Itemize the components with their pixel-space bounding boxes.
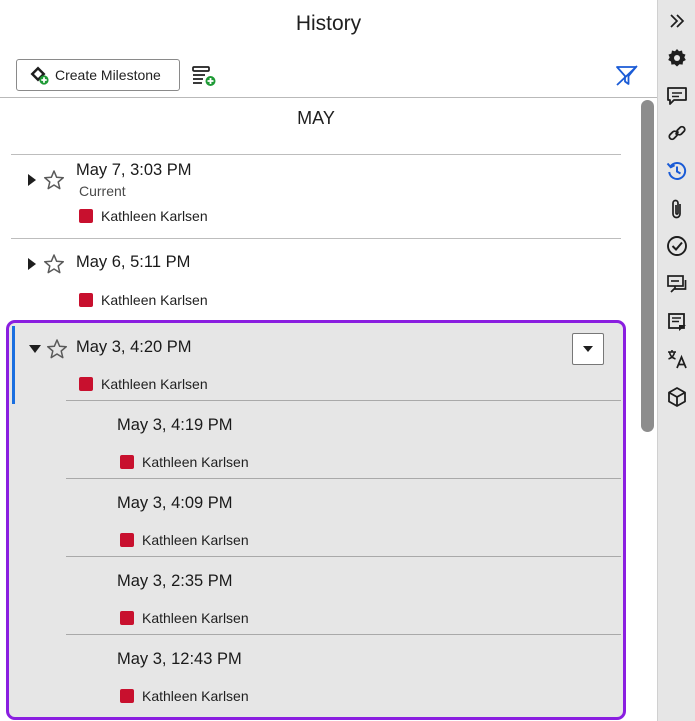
divider	[66, 556, 621, 557]
author-color-swatch	[79, 209, 93, 223]
add-to-list-button[interactable]	[190, 63, 218, 89]
divider	[66, 634, 621, 635]
month-header: MAY	[297, 108, 335, 128]
author-name: Kathleen Karlsen	[101, 292, 208, 308]
comments-icon[interactable]	[665, 84, 689, 108]
divider	[66, 400, 621, 401]
group-actions-dropdown[interactable]	[572, 333, 604, 365]
create-milestone-button[interactable]: Create Milestone	[16, 59, 180, 91]
star-icon[interactable]	[43, 169, 65, 191]
list-add-icon	[192, 66, 216, 86]
milestone-diamond-icon	[30, 66, 49, 85]
filter-funnel-icon	[616, 65, 638, 86]
author-name: Kathleen Karlsen	[101, 376, 208, 392]
expand-caret-icon[interactable]	[25, 257, 39, 271]
expanded-history-group[interactable]: May 3, 4:20 PM Kathleen Karlsen May 3, 4…	[6, 320, 626, 720]
author-name: Kathleen Karlsen	[142, 532, 249, 548]
entry-author: Kathleen Karlsen	[79, 376, 208, 392]
history-list: MAY May 7, 3:03 PM Current Kathleen Karl…	[0, 98, 640, 721]
author-color-swatch	[120, 533, 134, 547]
history-icon[interactable]	[665, 159, 689, 183]
author-color-swatch	[79, 377, 93, 391]
right-side-rail	[657, 0, 695, 721]
scrollbar-thumb[interactable]	[641, 100, 654, 432]
sub-entry-timestamp[interactable]: May 3, 4:19 PM	[117, 416, 233, 435]
history-entry[interactable]: May 7, 3:03 PM Current Kathleen Karlsen	[0, 154, 632, 238]
sub-entry-timestamp[interactable]: May 3, 2:35 PM	[117, 572, 233, 591]
sub-entry-timestamp[interactable]: May 3, 4:09 PM	[117, 494, 233, 513]
entry-timestamp: May 3, 4:20 PM	[76, 338, 192, 356]
entry-timestamp: May 7, 3:03 PM	[76, 161, 192, 179]
filter-button[interactable]	[612, 62, 642, 90]
history-entry[interactable]: May 6, 5:11 PM Kathleen Karlsen	[0, 238, 632, 322]
author-color-swatch	[79, 293, 93, 307]
author-name: Kathleen Karlsen	[101, 208, 208, 224]
author-color-swatch	[120, 689, 134, 703]
sub-entry-author: Kathleen Karlsen	[120, 532, 249, 548]
author-name: Kathleen Karlsen	[142, 610, 249, 626]
collapse-caret-icon[interactable]	[28, 342, 42, 356]
sub-entry-author: Kathleen Karlsen	[120, 688, 249, 704]
task-check-icon[interactable]	[665, 234, 689, 258]
author-name: Kathleen Karlsen	[142, 454, 249, 470]
sub-entry-author: Kathleen Karlsen	[120, 454, 249, 470]
selection-accent-bar	[12, 326, 15, 404]
sub-entry-timestamp[interactable]: May 3, 12:43 PM	[117, 650, 242, 669]
chevron-down-icon	[583, 346, 593, 352]
current-label: Current	[79, 183, 126, 199]
notes-icon[interactable]	[665, 310, 689, 334]
entry-author: Kathleen Karlsen	[79, 292, 208, 308]
author-name: Kathleen Karlsen	[142, 688, 249, 704]
entry-timestamp: May 6, 5:11 PM	[76, 253, 191, 271]
attachment-icon[interactable]	[665, 197, 689, 221]
panel-title: History	[295, 12, 362, 35]
star-icon[interactable]	[43, 253, 65, 275]
history-toolbar: Create Milestone	[0, 58, 657, 92]
author-color-swatch	[120, 455, 134, 469]
entry-author: Kathleen Karlsen	[79, 208, 208, 224]
create-milestone-label: Create Milestone	[55, 67, 161, 83]
author-color-swatch	[120, 611, 134, 625]
settings-gear-icon[interactable]	[665, 46, 689, 70]
history-panel: History Create Milestone MAY May 7, 3:03…	[0, 0, 657, 721]
star-icon[interactable]	[46, 338, 68, 360]
sub-entry-author: Kathleen Karlsen	[120, 610, 249, 626]
expand-caret-icon[interactable]	[25, 173, 39, 187]
collapse-panel-icon[interactable]	[665, 9, 689, 33]
translate-icon[interactable]	[665, 347, 689, 371]
package-cube-icon[interactable]	[665, 385, 689, 409]
link-icon[interactable]	[665, 121, 689, 145]
discussions-icon[interactable]	[665, 272, 689, 296]
divider	[66, 478, 621, 479]
